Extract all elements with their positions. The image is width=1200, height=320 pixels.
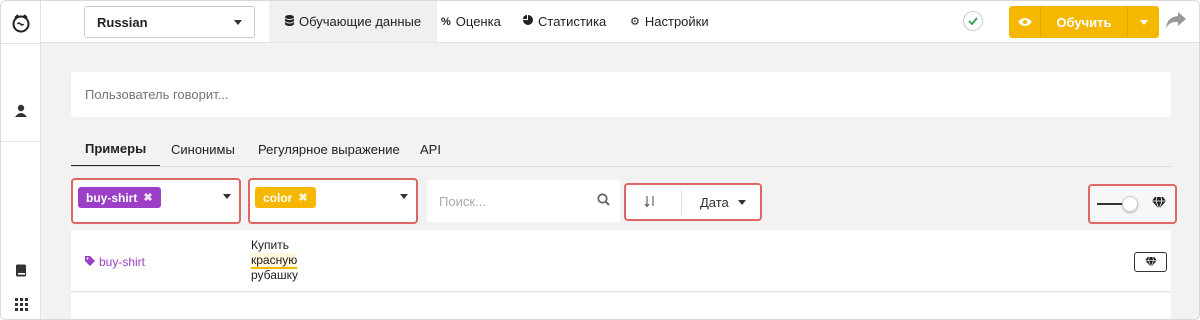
search-placeholder: Поиск... — [439, 194, 486, 209]
tab-label: Настройки — [644, 14, 709, 29]
highlight-box — [624, 183, 762, 221]
example-intent[interactable]: buy-shirt — [85, 255, 145, 269]
share-icon[interactable] — [1165, 11, 1189, 33]
search-icon[interactable] — [597, 193, 610, 209]
chevron-down-icon — [1139, 19, 1148, 25]
sidebar — [1, 1, 41, 319]
eye-icon[interactable] — [1009, 6, 1041, 38]
train-dropdown-button[interactable] — [1127, 6, 1159, 38]
language-select-value: Russian — [97, 14, 148, 30]
apps-grid-icon[interactable] — [1, 292, 41, 316]
table-row[interactable] — [71, 293, 1171, 319]
tab-label: Оценка — [455, 14, 501, 29]
top-bar: Russian Обучающие данные % Оценка Статис… — [41, 1, 1199, 43]
text-segment: рубашку — [251, 268, 298, 282]
sidebar-divider — [1, 43, 41, 44]
examples-search-input[interactable]: Поиск... — [427, 180, 620, 222]
chevron-down-icon — [234, 20, 242, 25]
entity-highlight[interactable]: красную — [251, 253, 298, 269]
book-icon[interactable] — [1, 258, 41, 282]
train-button[interactable]: Обучить — [1041, 6, 1127, 38]
gem-icon — [1144, 257, 1157, 267]
percent-icon: % — [441, 15, 451, 28]
table-row[interactable]: buy-shirt Купить красную рубашку — [71, 230, 1171, 292]
database-icon — [285, 14, 294, 29]
tab-regex[interactable]: Регулярное выражение — [258, 131, 400, 167]
train-button-group: Обучить — [1009, 6, 1159, 38]
text-segment: Купить — [251, 238, 289, 252]
highlight-box — [248, 178, 418, 224]
user-says-input[interactable] — [71, 72, 1171, 117]
tab-api[interactable]: API — [420, 131, 441, 167]
canonical-toggle-button[interactable] — [1134, 252, 1167, 272]
tabs-divider — [71, 166, 1171, 167]
tab-training-data[interactable]: Обучающие данные — [269, 1, 438, 42]
tab-statistics[interactable]: Статистика — [507, 1, 622, 42]
tag-icon — [85, 255, 95, 269]
tab-settings[interactable]: ⚙ Настройки — [614, 1, 725, 42]
tab-evaluation[interactable]: % Оценка — [425, 1, 517, 42]
highlight-box — [71, 178, 241, 224]
tab-synonyms[interactable]: Синонимы — [171, 131, 235, 167]
pie-chart-icon — [523, 15, 533, 28]
gear-icon: ⚙ — [630, 16, 640, 28]
intent-label: buy-shirt — [99, 255, 146, 269]
sidebar-divider — [1, 141, 41, 142]
language-select[interactable]: Russian — [84, 6, 255, 38]
status-check-icon — [963, 11, 983, 31]
tab-label: Обучающие данные — [299, 14, 422, 29]
user-icon[interactable] — [1, 97, 41, 125]
highlight-box — [1088, 184, 1177, 224]
logo-icon[interactable] — [1, 9, 41, 37]
tab-examples[interactable]: Примеры — [71, 131, 161, 167]
example-text[interactable]: Купить красную рубашку — [251, 238, 298, 283]
app-window: Russian Обучающие данные % Оценка Статис… — [0, 0, 1200, 320]
tab-label: Статистика — [538, 14, 607, 29]
